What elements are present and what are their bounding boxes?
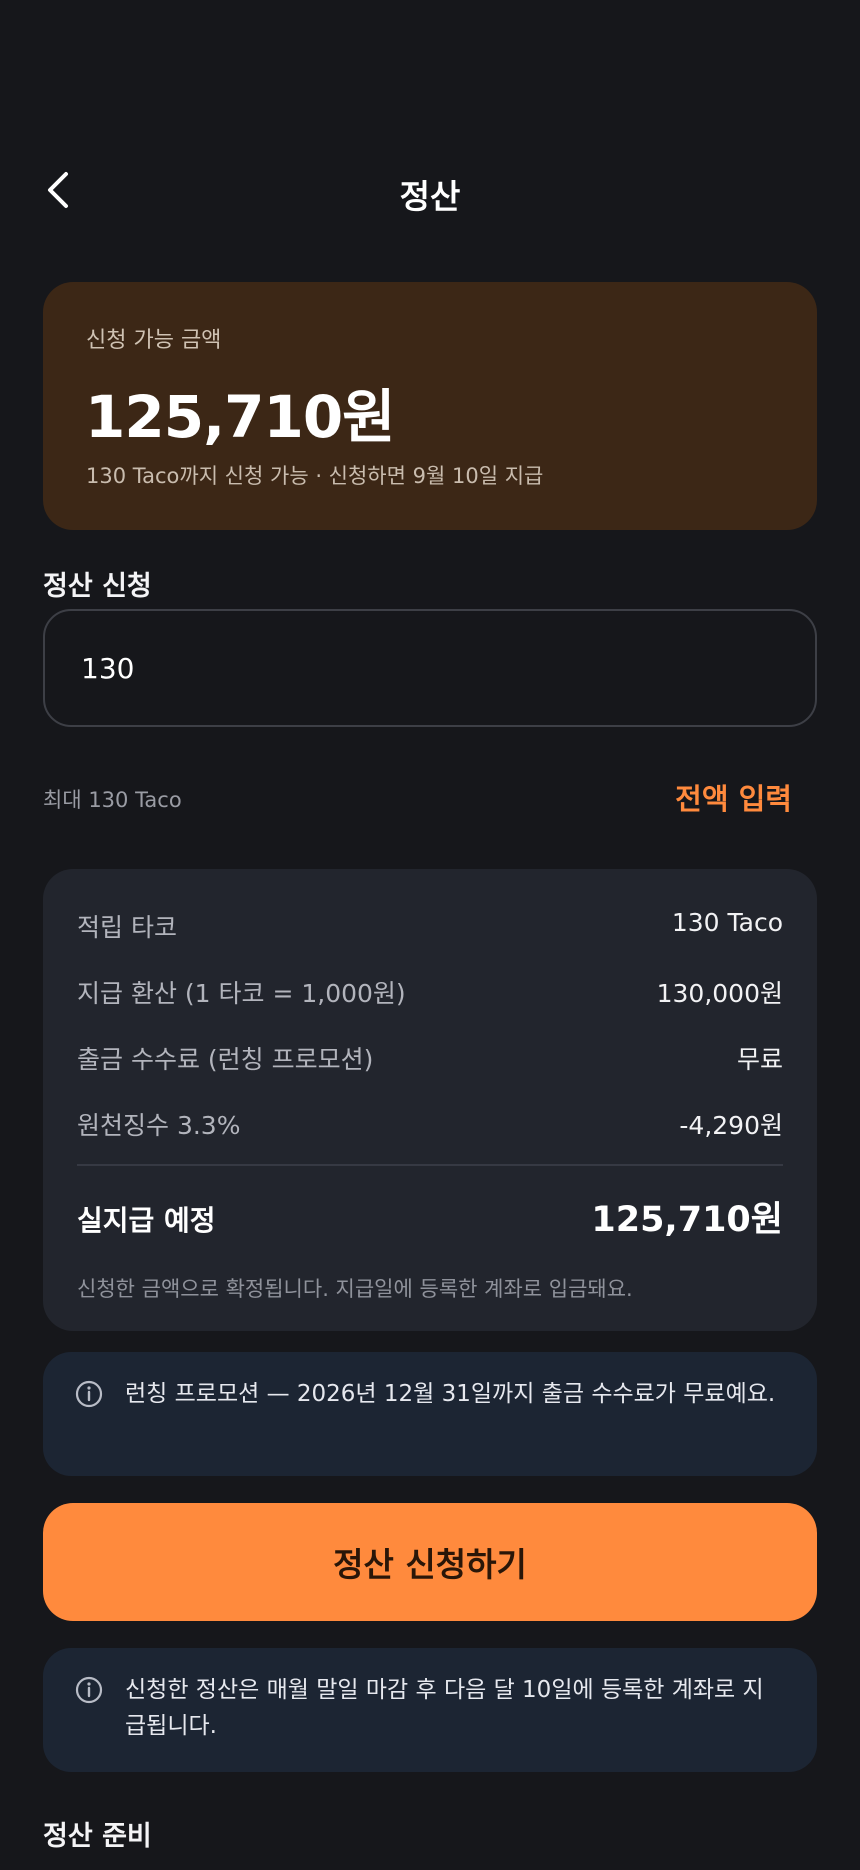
info-icon [75,1380,103,1408]
schedule-notice-text: 신청한 정산은 매월 말일 마감 후 다음 달 10일에 등록한 계좌로 지급됩… [125,1677,764,1739]
promo-notice: 런칭 프로모션 — 2026년 12월 31일까지 출금 수수료가 무료예요. [43,1352,817,1476]
available-amount-card: 신청 가능 금액 125,710원 130 Taco까지 신청 가능 · 신청하… [43,282,817,530]
summary-card: 적립 타코 130 Taco 지급 환산 (1 타코 = 1,000원) 130… [43,869,817,1331]
summary-row-label: 지급 환산 (1 타코 = 1,000원) [77,979,406,1008]
summary-row-label: 출금 수수료 (런칭 프로모션) [77,1045,374,1074]
summary-row: 지급 환산 (1 타코 = 1,000원) 130,000원 [77,974,783,1014]
prep-section-label: 정산 준비 [43,1821,152,1852]
summary-row-value: 130,000원 [656,979,783,1008]
request-section-label: 정산 신청 [43,571,152,602]
amount-input[interactable] [43,609,817,727]
max-hint: 최대 130 Taco [43,788,182,812]
summary-row: 원천징수 3.3% -4,290원 [77,1106,783,1146]
summary-divider [77,1164,783,1166]
summary-row-value: -4,290원 [679,1111,783,1140]
summary-footnote: 신청한 금액으로 확정됩니다. 지급일에 등록한 계좌로 입금돼요. [77,1277,633,1301]
summary-row-label: 적립 타코 [77,913,177,942]
summary-row-value: 130 Taco [671,908,783,937]
promo-notice-text: 런칭 프로모션 — 2026년 12월 31일까지 출금 수수료가 무료예요. [125,1381,776,1407]
header: 정산 [0,160,860,220]
total-label: 실지급 예정 [77,1204,216,1237]
summary-row: 적립 타코 130 Taco [77,908,783,948]
available-note: 130 Taco까지 신청 가능 · 신청하면 9월 10일 지급 [86,464,544,488]
page-title: 정산 [399,177,461,216]
available-label: 신청 가능 금액 [86,328,222,353]
summary-row: 출금 수수료 (런칭 프로모션) 무료 [77,1040,783,1080]
fill-all-button[interactable]: 전액 입력 [675,776,792,818]
info-icon [75,1676,103,1704]
total-value: 125,710원 [591,1200,783,1240]
available-amount: 125,710원 [85,383,396,451]
submit-settlement-button[interactable]: 정산 신청하기 [43,1503,817,1621]
settlement-page: 정산 신청 가능 금액 125,710원 130 Taco까지 신청 가능 · … [0,0,860,1870]
schedule-notice: 신청한 정산은 매월 말일 마감 후 다음 달 10일에 등록한 계좌로 지급됩… [43,1648,817,1772]
summary-row-label: 원천징수 3.3% [77,1111,241,1140]
summary-row-value: 무료 [736,1045,783,1074]
